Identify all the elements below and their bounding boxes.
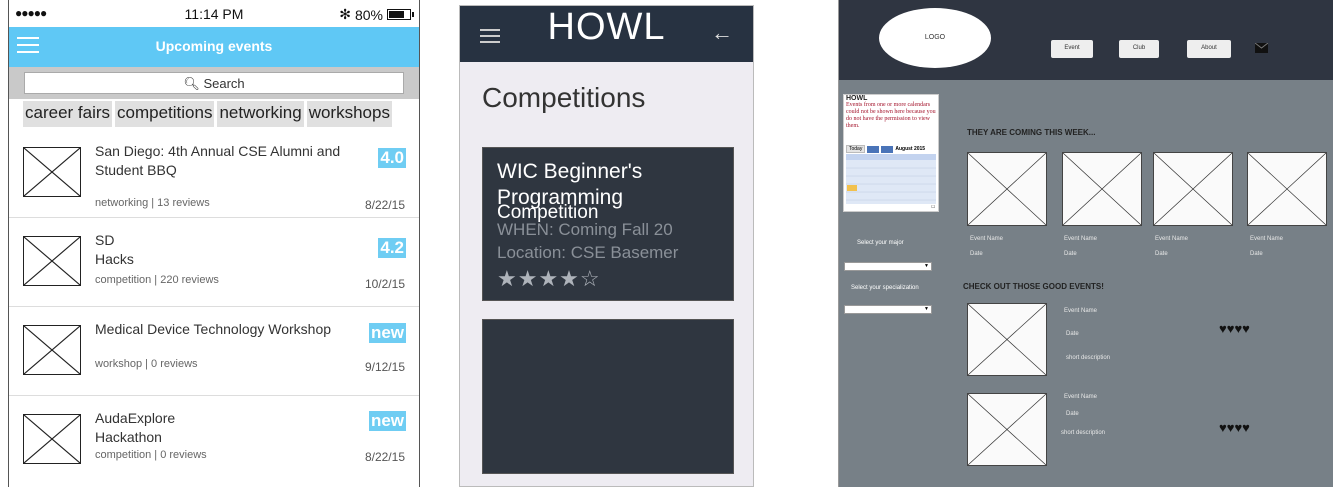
specialization-label: Select your specialization — [851, 285, 919, 291]
google-calendar-badge: ☐ — [931, 204, 935, 209]
event-name: Event Name — [1064, 394, 1098, 400]
search-icon: 🔍︎ — [183, 76, 200, 91]
calendar-today-button[interactable]: Today — [846, 145, 866, 153]
page-title: Upcoming events — [155, 38, 273, 54]
calendar-next-icon[interactable] — [881, 145, 894, 153]
battery-icon — [387, 9, 414, 20]
calendar-month: August 2015 — [895, 146, 926, 152]
event-image-placeholder[interactable] — [967, 393, 1047, 466]
nav-event-button[interactable]: Event — [1051, 40, 1093, 58]
event-name: Medical Device Technology Workshop — [95, 321, 332, 337]
chevron-down-icon: ▼ — [924, 263, 929, 269]
event-image-placeholder — [23, 414, 81, 464]
list-item[interactable]: SD Hacks competition | 220 reviews 10/2/… — [9, 219, 419, 307]
card-location: Location: CSE Basemer — [497, 243, 679, 262]
calendar-toolbar: Today August 2015 — [844, 144, 938, 154]
calendar-widget[interactable]: HOWL Events from one or more calendars c… — [843, 94, 939, 212]
app-bar: Upcoming events — [9, 27, 419, 67]
event-date: 8/22/15 — [364, 450, 405, 464]
major-label: Select your major — [857, 240, 904, 246]
event-date: Date — [1066, 331, 1079, 337]
battery-percent: 80% — [354, 6, 383, 23]
heart-rating-icon: ♥♥♥♥ — [1219, 321, 1250, 336]
event-image-placeholder — [23, 325, 81, 375]
section-heading-this-week: THEY ARE COMING THIS WEEK... — [967, 128, 1096, 137]
event-description: short description — [1066, 355, 1111, 361]
bluetooth-icon: ✻ — [339, 6, 351, 22]
rating-badge: 4.0 — [378, 148, 406, 168]
list-item[interactable]: San Diego: 4th Annual CSE Alumni and Stu… — [9, 130, 419, 218]
event-date: 10/2/15 — [364, 277, 405, 291]
category-filter: career fairs competitions networking wor… — [23, 101, 392, 127]
event-date: 8/22/15 — [364, 198, 405, 212]
event-date: Date — [1064, 251, 1077, 257]
howl-competitions-screen: HOWL ← Competitions WIC Beginner's Progr… — [459, 5, 754, 487]
list-item[interactable]: Medical Device Technology Workshop works… — [9, 308, 419, 396]
event-name: Event Name — [970, 236, 1004, 242]
competition-card[interactable]: WIC Beginner's Programming Competition W… — [482, 147, 734, 301]
event-date: Date — [1155, 251, 1168, 257]
event-date: Date — [1066, 411, 1079, 417]
competition-card[interactable] — [482, 319, 734, 474]
search-input[interactable]: 🔍︎ Search — [24, 72, 404, 94]
event-name: Event Name — [1064, 236, 1098, 242]
nav-about-button[interactable]: About — [1187, 40, 1231, 58]
event-image-placeholder[interactable] — [1062, 152, 1142, 226]
upcoming-events-screen: ●●●●● 11:14 PM ✻ 80% Upcoming events 🔍︎ … — [8, 0, 420, 487]
chip-career-fairs[interactable]: career fairs — [23, 101, 113, 127]
calendar-title: HOWL — [846, 95, 868, 102]
chevron-down-icon: ▼ — [924, 306, 929, 312]
site-header: LOGO Event Club About — [839, 0, 1333, 80]
list-item[interactable]: AudaExplore Hackathon competition | 0 re… — [9, 397, 419, 485]
event-meta: competition | 220 reviews — [95, 274, 219, 286]
chip-workshops[interactable]: workshops — [306, 101, 392, 127]
event-date: Date — [970, 251, 983, 257]
section-heading-good-events: CHECK OUT THOSE GOOD EVENTS! — [963, 282, 1104, 291]
calendar-grid[interactable] — [846, 154, 936, 204]
status-bar: ●●●●● 11:14 PM ✻ 80% — [9, 0, 419, 27]
event-date: Date — [1250, 251, 1263, 257]
event-image-placeholder[interactable] — [967, 152, 1047, 226]
event-description: short description — [1061, 430, 1106, 436]
search-bar: 🔍︎ Search — [9, 67, 419, 99]
event-name: SD Hacks — [95, 232, 134, 267]
event-name: AudaExplore Hackathon — [95, 410, 176, 445]
new-badge: new — [368, 411, 406, 431]
app-title: HOWL — [547, 6, 666, 48]
event-meta: networking | 13 reviews — [95, 197, 210, 209]
new-badge: new — [368, 323, 406, 343]
heart-rating-icon: ♥♥♥♥ — [1219, 420, 1250, 435]
back-arrow-icon[interactable]: ← — [711, 20, 733, 46]
major-select[interactable]: ▼ — [844, 262, 932, 271]
event-image-placeholder[interactable] — [1153, 152, 1233, 226]
page-title: Competitions — [482, 82, 646, 113]
event-image-placeholder[interactable] — [1247, 152, 1327, 226]
event-image-placeholder[interactable] — [967, 303, 1047, 376]
card-title-line1: WIC Beginner's — [497, 160, 643, 183]
mail-icon[interactable] — [1255, 43, 1268, 53]
rating-badge: 4.2 — [378, 238, 406, 258]
event-image-placeholder — [23, 147, 81, 197]
chip-networking[interactable]: networking — [217, 101, 304, 127]
event-date: 9/12/15 — [364, 360, 405, 374]
search-placeholder: Search — [203, 76, 245, 91]
logo[interactable]: LOGO — [879, 8, 991, 68]
chip-competitions[interactable]: competitions — [115, 101, 215, 127]
calendar-message: Events from one or more calendars could … — [846, 102, 936, 129]
event-meta: competition | 0 reviews — [95, 449, 207, 461]
event-image-placeholder — [23, 236, 81, 286]
event-name: San Diego: 4th Annual CSE Alumni and Stu… — [95, 143, 341, 178]
nav-club-button[interactable]: Club — [1119, 40, 1159, 58]
calendar-prev-icon[interactable] — [867, 145, 880, 153]
app-bar: HOWL ← — [460, 6, 753, 62]
card-when: WHEN: Coming Fall 20 — [497, 220, 673, 239]
desktop-home-screen: LOGO Event Club About HOWL Events from o… — [838, 0, 1333, 487]
event-name: Event Name — [1250, 236, 1284, 242]
event-name: Event Name — [1155, 236, 1189, 242]
event-meta: workshop | 0 reviews — [95, 358, 198, 370]
calendar-day-grid — [846, 154, 936, 201]
specialization-select[interactable]: ▼ — [844, 305, 932, 314]
event-name: Event Name — [1064, 308, 1098, 314]
star-rating: ★★★★☆ — [497, 266, 601, 291]
